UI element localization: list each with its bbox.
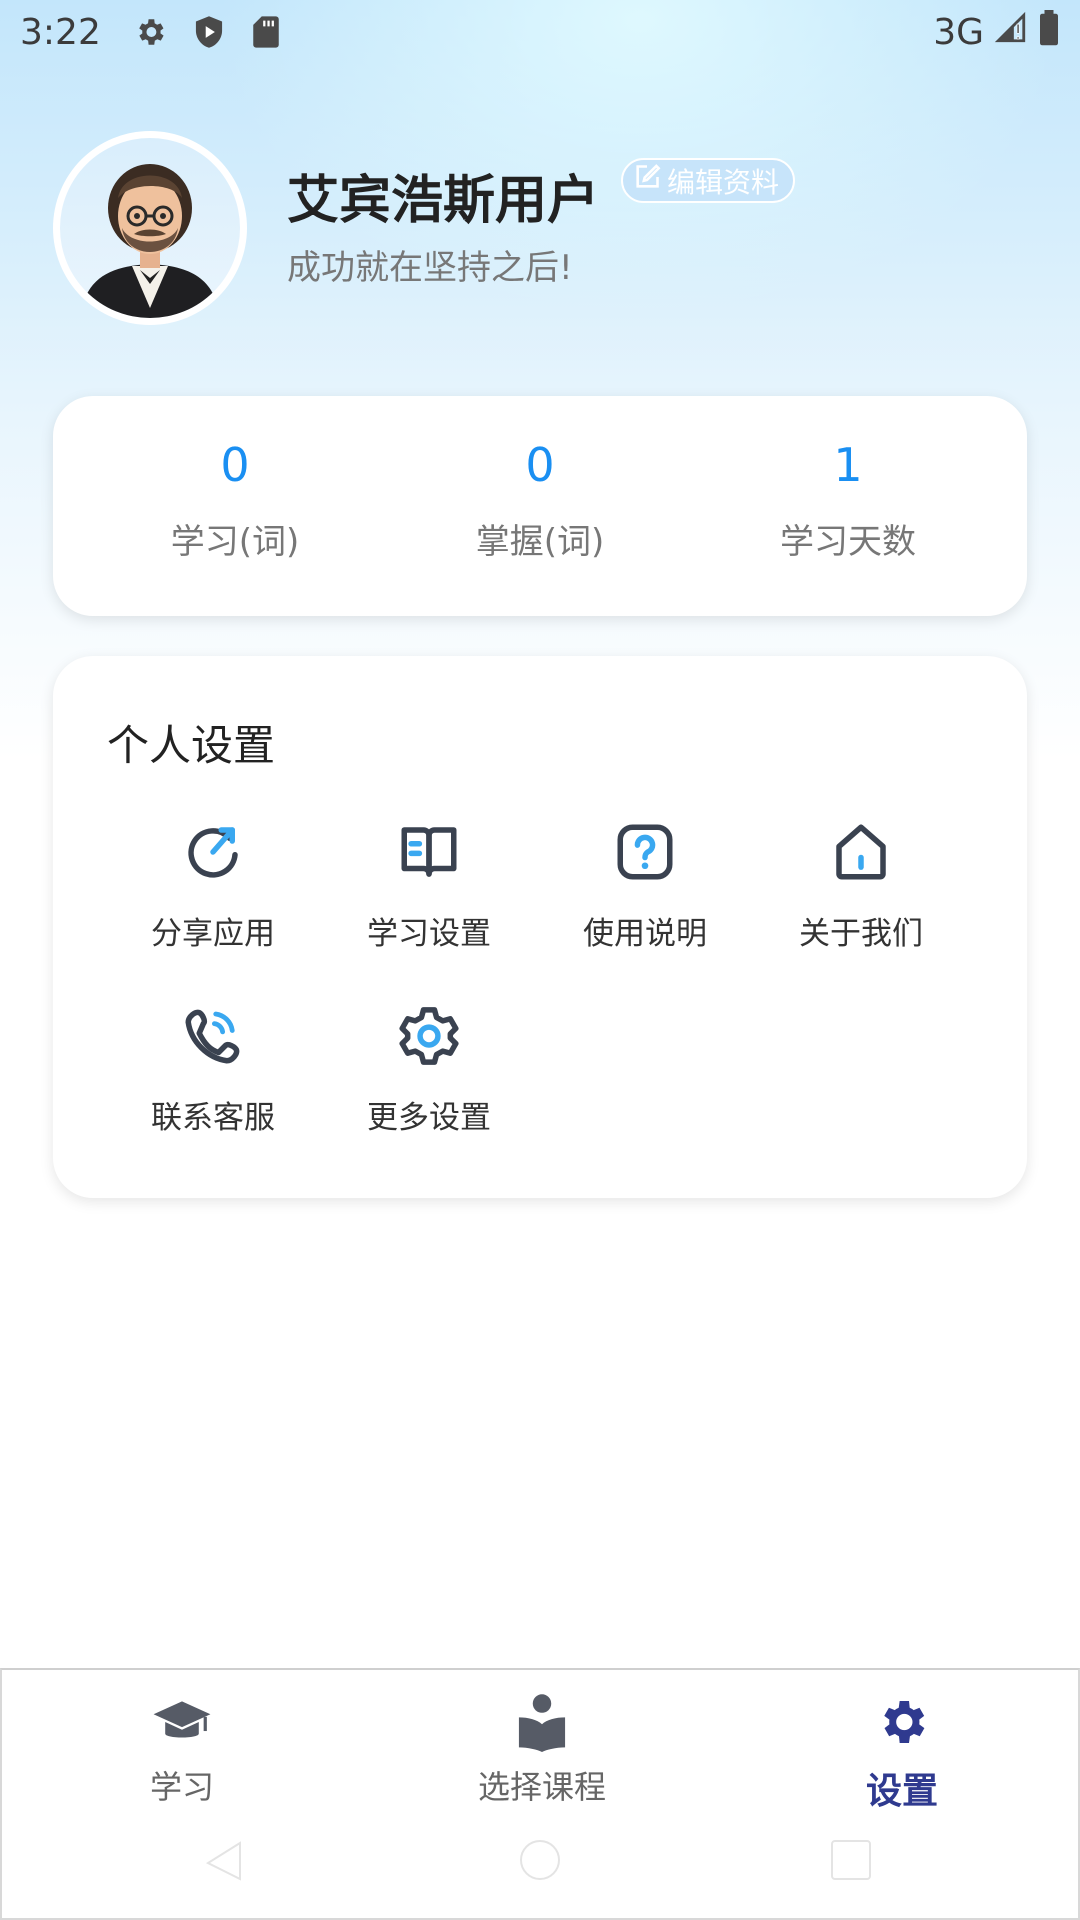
share-app-button[interactable]: 分享应用: [105, 816, 321, 953]
gear-icon: [782, 1690, 1022, 1754]
home-icon: [753, 816, 969, 888]
graduation-cap-icon: [62, 1690, 302, 1754]
recents-button[interactable]: [826, 1835, 876, 1885]
edit-profile-label: 编辑资料: [667, 165, 780, 199]
avatar[interactable]: [53, 131, 247, 325]
gear-icon: [133, 15, 167, 49]
grid-item-label: 学习设置: [367, 916, 491, 952]
edit-profile-button[interactable]: 编辑资料: [621, 158, 796, 203]
grid-item-label: 使用说明: [583, 916, 707, 952]
share-refresh-icon: [105, 816, 321, 888]
stat-learned: 0 学习(词): [80, 396, 390, 563]
shield-icon: [193, 15, 225, 49]
nav-tab-study[interactable]: 学习: [62, 1690, 302, 1808]
stat-label: 学习(词): [170, 522, 300, 562]
grid-item-label: 更多设置: [367, 1100, 491, 1136]
signal-icon: [994, 11, 1028, 54]
motto: 成功就在坚持之后!: [287, 248, 573, 288]
network-type: 3G: [933, 11, 984, 53]
nav-tab-select-course[interactable]: 选择课程: [422, 1690, 662, 1808]
home-button[interactable]: [515, 1835, 565, 1885]
stat-value: 1: [833, 438, 863, 492]
stats-card: 0 学习(词) 0 掌握(词) 1 学习天数: [53, 396, 1027, 616]
username: 艾宾浩斯用户: [287, 171, 600, 231]
grid-item-label: 关于我们: [799, 916, 923, 952]
header-background: [0, 0, 1080, 760]
section-title: 个人设置: [107, 721, 276, 770]
avatar-portrait: [60, 138, 240, 318]
status-bar: 3:22 3G: [0, 0, 1080, 64]
grid-item-label: 分享应用: [151, 916, 275, 952]
stat-days: 1 学习天数: [693, 396, 1003, 563]
study-settings-button[interactable]: 学习设置: [321, 816, 537, 953]
sd-card-icon: [251, 15, 281, 49]
battery-icon: [1038, 9, 1060, 55]
back-button[interactable]: [200, 1835, 250, 1885]
stat-label: 掌握(词): [475, 522, 605, 562]
status-time: 3:22: [20, 11, 101, 53]
instructions-button[interactable]: 使用说明: [537, 816, 753, 953]
nav-label: 学习: [149, 1768, 214, 1806]
nav-label: 设置: [865, 1771, 938, 1812]
nav-label: 选择课程: [477, 1768, 606, 1806]
settings-gear-icon: [321, 1000, 537, 1072]
nav-tab-settings[interactable]: 设置: [782, 1690, 1022, 1814]
reading-icon: [422, 1690, 662, 1754]
help-icon: [537, 816, 753, 888]
stat-value: 0: [525, 438, 555, 492]
contact-support-button[interactable]: 联系客服: [105, 1000, 321, 1137]
stat-mastered: 0 掌握(词): [385, 396, 695, 563]
stat-label: 学习天数: [780, 522, 916, 562]
phone-icon: [105, 1000, 321, 1072]
personal-settings-card: 个人设置 分享应用 学习设置 使用说明 关于我们 联系客服 更多设置: [53, 656, 1027, 1198]
book-icon: [321, 816, 537, 888]
stat-value: 0: [220, 438, 250, 492]
more-settings-button[interactable]: 更多设置: [321, 1000, 537, 1137]
about-us-button[interactable]: 关于我们: [753, 816, 969, 953]
edit-icon: [633, 163, 661, 198]
grid-item-label: 联系客服: [151, 1100, 275, 1136]
